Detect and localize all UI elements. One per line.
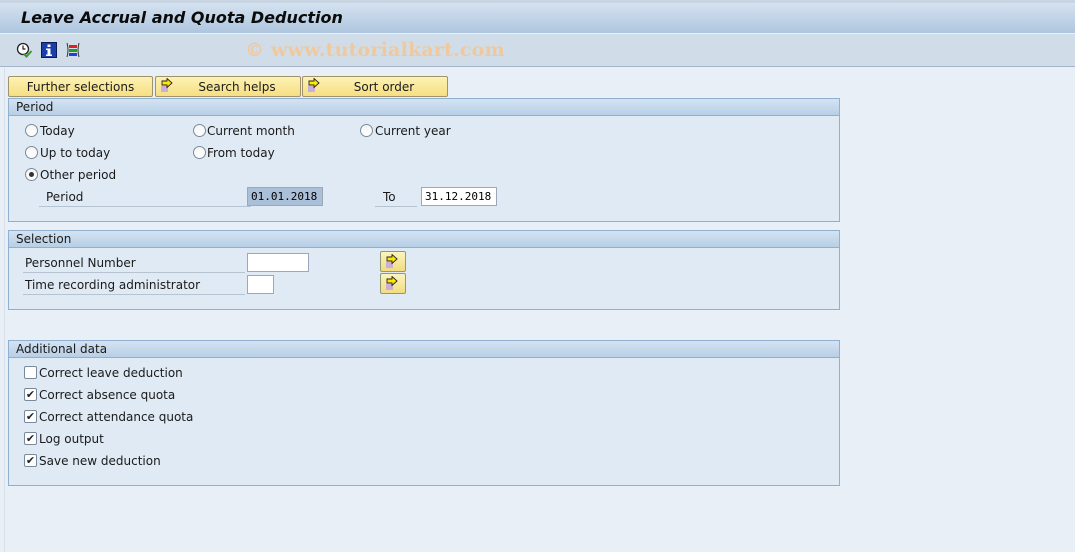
selection-group: Selection Personnel Number Time recordin… <box>8 230 840 310</box>
execute-icon[interactable] <box>16 42 33 58</box>
radio-from-today[interactable] <box>193 146 206 159</box>
radio-current-month[interactable] <box>193 124 206 137</box>
check-log-output-label: Log output <box>39 432 104 446</box>
radio-up-to-today-label: Up to today <box>40 146 111 160</box>
check-correct-leave-deduction-label: Correct leave deduction <box>39 366 183 380</box>
search-helps-button[interactable]: Search helps <box>155 76 301 97</box>
period-from-field[interactable] <box>247 187 323 206</box>
check-save-new-deduction-label: Save new deduction <box>39 454 161 468</box>
time-recording-admin-label: Time recording administrator <box>25 278 201 292</box>
period-to-field[interactable] <box>421 187 497 206</box>
arrow-right-icon <box>307 77 323 97</box>
period-label: Period <box>46 190 84 204</box>
radio-other-period[interactable] <box>25 168 38 181</box>
check-log-output[interactable]: ✔ <box>24 432 37 445</box>
personnel-number-label: Personnel Number <box>25 256 136 270</box>
to-label-underline <box>375 206 417 207</box>
check-correct-attendance-quota-label: Correct attendance quota <box>39 410 194 424</box>
period-label-underline <box>39 206 251 207</box>
additional-data-group: Additional data Correct leave deduction … <box>8 340 840 486</box>
arrow-right-icon <box>386 254 398 268</box>
additional-data-group-title: Additional data <box>9 341 839 358</box>
personnel-number-multiple-selection-button[interactable] <box>380 251 406 272</box>
further-selections-button[interactable]: Further selections <box>8 76 153 97</box>
radio-today[interactable] <box>25 124 38 137</box>
personnel-number-field[interactable] <box>247 253 309 272</box>
sort-order-label: Sort order <box>353 79 415 94</box>
radio-from-today-label: From today <box>207 146 275 160</box>
selection-screen-icon[interactable] <box>65 42 81 58</box>
radio-today-label: Today <box>40 124 75 138</box>
left-edge <box>0 68 5 552</box>
arrow-right-icon <box>386 276 398 290</box>
application-toolbar: © www.tutorialkart.com <box>0 34 1075 67</box>
time-recording-admin-multiple-selection-button[interactable] <box>380 273 406 294</box>
time-recording-admin-underline <box>23 294 245 295</box>
title-bar: Leave Accrual and Quota Deduction <box>0 3 1075 34</box>
radio-current-month-label: Current month <box>207 124 295 138</box>
time-recording-admin-field[interactable] <box>247 275 274 294</box>
further-selections-label: Further selections <box>26 79 135 94</box>
watermark: © www.tutorialkart.com <box>245 39 505 61</box>
sort-order-button[interactable]: Sort order <box>302 76 448 97</box>
personnel-number-underline <box>23 272 245 273</box>
to-label: To <box>383 190 396 204</box>
check-correct-leave-deduction[interactable] <box>24 366 37 379</box>
page-title: Leave Accrual and Quota Deduction <box>21 8 343 27</box>
radio-current-year-label: Current year <box>375 124 451 138</box>
info-icon[interactable] <box>41 42 57 58</box>
radio-up-to-today[interactable] <box>25 146 38 159</box>
check-save-new-deduction[interactable]: ✔ <box>24 454 37 467</box>
check-correct-absence-quota-label: Correct absence quota <box>39 388 176 402</box>
search-helps-label: Search helps <box>198 79 276 94</box>
radio-other-period-label: Other period <box>40 168 117 182</box>
period-group-title: Period <box>9 99 839 116</box>
arrow-right-icon <box>160 77 176 97</box>
selection-group-title: Selection <box>9 231 839 248</box>
check-correct-attendance-quota[interactable]: ✔ <box>24 410 37 423</box>
radio-current-year[interactable] <box>360 124 373 137</box>
check-correct-absence-quota[interactable]: ✔ <box>24 388 37 401</box>
period-group: Period Today Current month Current year … <box>8 98 840 222</box>
